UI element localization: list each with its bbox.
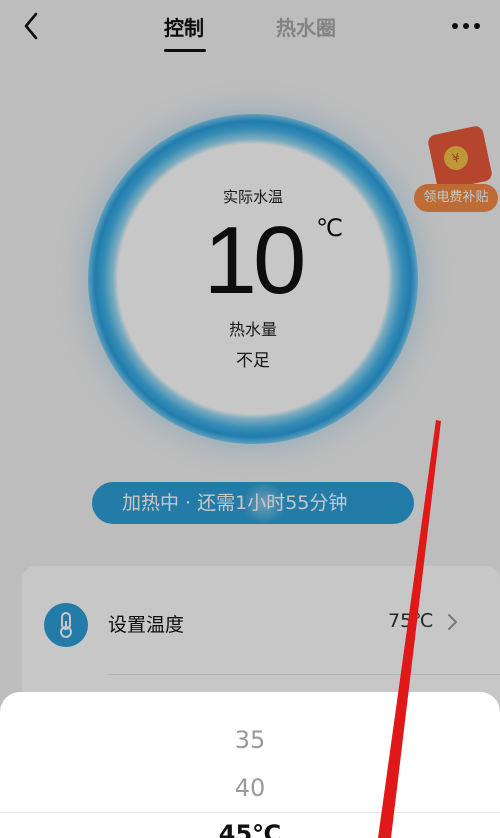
temperature-picker-sheet: 35 40 45℃ <box>0 692 500 838</box>
picker-selection-line <box>0 812 500 813</box>
picker-option[interactable]: 40 <box>0 774 500 802</box>
picker-selected-option[interactable]: 45℃ <box>0 820 500 838</box>
picker-option[interactable]: 35 <box>0 726 500 754</box>
